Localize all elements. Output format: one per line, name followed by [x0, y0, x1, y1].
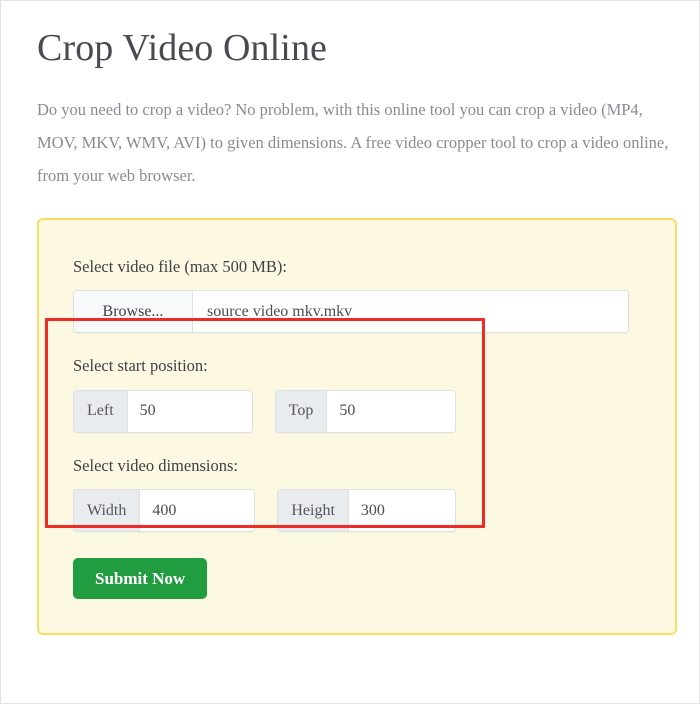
page-description: Do you need to crop a video? No problem,… — [37, 99, 669, 185]
file-picker[interactable]: Browse... source video mkv.mkv — [73, 290, 629, 334]
top-addon-label: Top — [275, 390, 328, 432]
selected-file-name: source video mkv.mkv — [193, 291, 628, 333]
crop-form-card: Select video file (max 500 MB): Browse..… — [37, 217, 677, 635]
start-position-section: Select start position: Left 50 Top 50 — [73, 355, 641, 433]
dimensions-section: Select video dimensions: Width 400 Heigh… — [73, 455, 641, 532]
width-input-group[interactable]: Width 400 — [73, 489, 256, 532]
left-input-group[interactable]: Left 50 — [73, 389, 253, 433]
left-input[interactable]: 50 — [127, 390, 252, 432]
file-field-label: Select video file (max 500 MB): — [73, 256, 287, 276]
width-addon-label: Width — [74, 490, 141, 531]
height-addon-label: Height — [278, 490, 349, 531]
page-root: Crop Video Online Do you need to crop a … — [0, 0, 700, 704]
start-position-row: Left 50 Top 50 — [73, 389, 641, 433]
top-input-group[interactable]: Top 50 — [274, 389, 457, 433]
left-addon-label: Left — [74, 390, 128, 432]
page-content: Crop Video Online Do you need to crop a … — [1, 1, 699, 635]
top-input[interactable]: 50 — [327, 390, 456, 432]
height-input[interactable]: 300 — [348, 490, 455, 531]
height-input-group[interactable]: Height 300 — [277, 489, 456, 532]
file-section: Select video file (max 500 MB): Browse..… — [73, 256, 641, 334]
dimensions-label: Select video dimensions: — [73, 455, 238, 475]
start-position-label: Select start position: — [73, 356, 208, 376]
file-input-group: Browse... source video mkv.mkv — [73, 290, 641, 334]
browse-button[interactable]: Browse... — [74, 291, 193, 333]
page-title: Crop Video Online — [37, 27, 328, 69]
width-input[interactable]: 400 — [140, 490, 255, 531]
dimensions-row: Width 400 Height 300 — [73, 489, 641, 532]
submit-button[interactable]: Submit Now — [73, 558, 208, 599]
